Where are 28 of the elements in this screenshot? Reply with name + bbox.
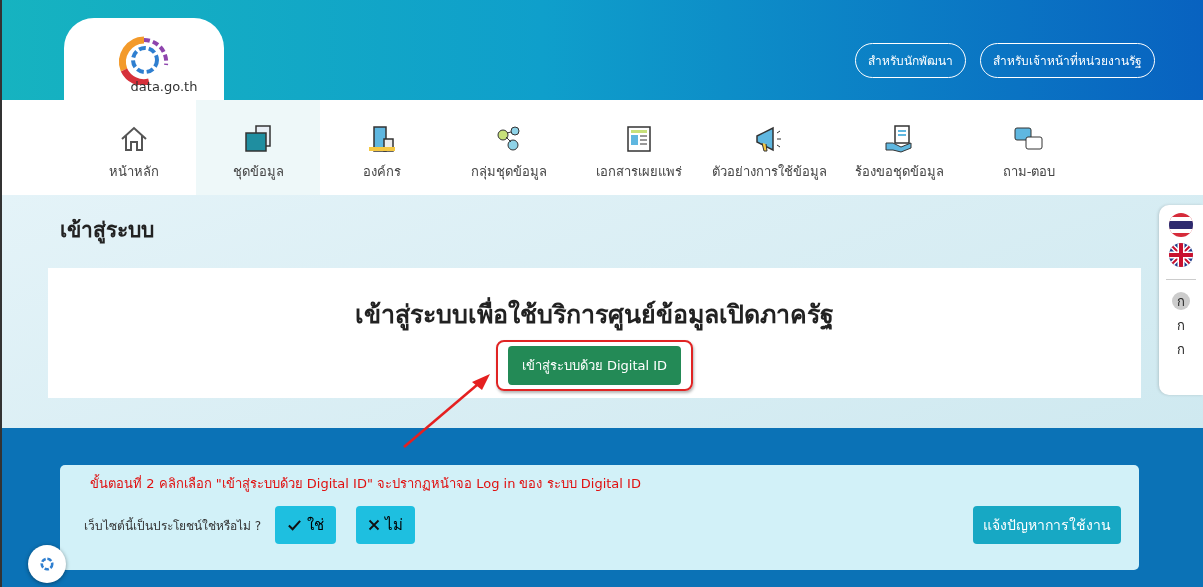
digital-id-login-button[interactable]: เข้าสู่ระบบด้วย Digital ID — [507, 346, 682, 385]
ring-logo-icon — [38, 557, 56, 571]
logo-text: data.go.th — [130, 79, 198, 94]
font-size-option[interactable]: ก — [1172, 340, 1190, 358]
nav-item[interactable]: เอกสารเผยแพร่ — [574, 100, 704, 195]
chat-bot-button[interactable] — [28, 545, 66, 583]
nav-item[interactable]: หน้าหลัก — [72, 100, 196, 195]
nav-item[interactable]: ร้องขอชุดข้อมูล — [834, 100, 964, 195]
annotation-text: ขั้นตอนที่ 2 คลิกเลือก "เข้าสู่ระบบด้วย Digital ID" จะปรากฏหน้าจอ Log in ของ ระบบ Digital ID — [90, 473, 642, 494]
feedback-question: เว็บไซต์นี้เป็นประโยชน์ใช่หรือไม่ ? — [84, 516, 262, 535]
nav-item[interactable]: องค์กร — [320, 100, 444, 195]
hand-document-icon — [883, 123, 915, 155]
uk-flag-icon[interactable] — [1169, 243, 1193, 267]
login-heading: เข้าสู่ระบบเพื่อใช้บริการศูนย์ข้อมูลเปิดภาครัฐ — [355, 294, 834, 334]
folder-icon — [242, 123, 274, 155]
page-title: เข้าสู่ระบบ — [60, 217, 155, 246]
font-size-option[interactable]: ก — [1172, 292, 1190, 310]
check-icon — [287, 517, 303, 533]
font-size-option[interactable]: ก — [1172, 316, 1190, 334]
nav-item[interactable]: ชุดข้อมูล — [196, 100, 320, 195]
building-icon — [366, 123, 398, 155]
cross-icon — [368, 519, 381, 531]
nav-item[interactable]: กลุ่มชุดข้อมูล — [444, 100, 574, 195]
nav-item[interactable]: ถาม-ตอบ — [964, 100, 1094, 195]
nav-item[interactable]: ตัวอย่างการใช้ข้อมูล — [704, 100, 834, 195]
yes-button[interactable]: ใช่ — [275, 506, 337, 544]
no-button[interactable]: ไม่ — [356, 506, 416, 544]
thai-flag-icon[interactable] — [1169, 213, 1193, 237]
